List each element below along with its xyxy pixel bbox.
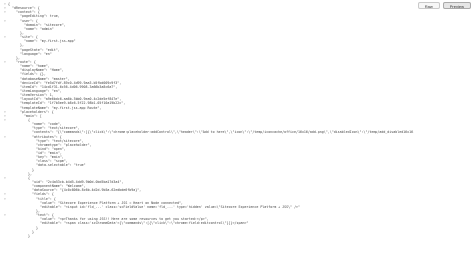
preview-button[interactable]: Preview xyxy=(442,2,471,9)
code-line: } xyxy=(2,234,414,238)
json-viewer: ▾{▾ "dResource": {▾ "context": {"pageEditi… xyxy=(2,2,414,264)
raw-button[interactable]: Raw xyxy=(417,2,440,9)
code-text: } xyxy=(28,233,30,238)
view-toolbar: Raw Preview xyxy=(417,2,471,9)
